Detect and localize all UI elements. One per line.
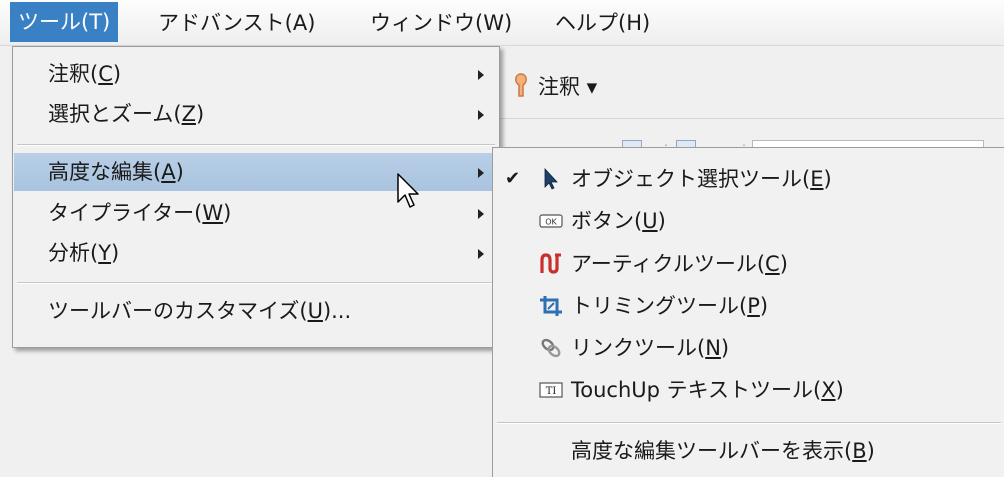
menu-item-label: 注釈(C) (48, 62, 122, 86)
menu-item-show-advanced-toolbar[interactable]: 高度な編集ツールバーを表示(B) (493, 431, 1003, 471)
advanced-editing-submenu: ✔ オブジェクト選択ツール(E) OK ボタン(U) アーティクルツール(C) … (492, 147, 1004, 477)
svg-text:OK: OK (545, 218, 557, 227)
menu-item-label: アーティクルツール(C) (571, 252, 788, 276)
menu-item-button-tool[interactable]: OK ボタン(U) (493, 201, 1003, 241)
menu-item-label: 高度な編集(A) (48, 160, 184, 184)
article-icon (540, 253, 561, 274)
submenu-arrow-icon (478, 249, 484, 259)
link-icon (541, 338, 561, 358)
menu-bar: ツール(T) アドバンスト(A) ウィンドウ(W) ヘルプ(H) (0, 0, 1004, 46)
menu-item-select-zoom[interactable]: 選択とズーム(Z) (14, 95, 498, 133)
annotation-tool-label: 注釈 ▾ (538, 75, 598, 99)
menu-item-typewriter[interactable]: タイプライター(W) (14, 194, 498, 232)
menu-item-label: 選択とズーム(Z) (48, 102, 205, 126)
menu-item-label: TouchUp テキストツール(X) (571, 378, 844, 402)
menu-item-advanced-editing[interactable]: 高度な編集(A) (14, 153, 498, 191)
checkmark-icon: ✔ (505, 168, 521, 189)
pointer-arrow-icon (544, 168, 558, 190)
ok-button-icon: OK (539, 214, 563, 228)
submenu-arrow-icon (478, 168, 484, 178)
menu-item-analysis[interactable]: 分析(Y) (14, 234, 498, 272)
toolbar-divider (500, 118, 1004, 119)
menu-separator (17, 144, 495, 146)
menu-item-label: オブジェクト選択ツール(E) (571, 167, 832, 191)
annotation-icon (515, 73, 527, 97)
menu-item-label: 分析(Y) (48, 241, 120, 265)
mouse-cursor-icon (397, 173, 419, 208)
menu-item-label: ボタン(U) (571, 209, 666, 233)
submenu-arrow-icon (478, 110, 484, 120)
crop-icon (540, 296, 562, 316)
menu-item-crop-tool[interactable]: トリミングツール(P) (493, 286, 1003, 326)
menu-help[interactable]: ヘルプ(H) (547, 6, 658, 40)
svg-text:TI: TI (546, 386, 557, 397)
menu-item-label: トリミングツール(P) (571, 294, 769, 318)
submenu-arrow-icon (478, 70, 484, 80)
menu-item-label: ツールバーのカスタマイズ(U)... (48, 299, 352, 323)
tools-dropdown-menu: 注釈(C) 選択とズーム(Z) 高度な編集(A) タイプライター(W) 分析(Y… (12, 46, 500, 348)
menu-separator (17, 282, 495, 284)
menu-item-link-tool[interactable]: リンクツール(N) (493, 328, 1003, 368)
menu-item-article-tool[interactable]: アーティクルツール(C) (493, 244, 1003, 284)
submenu-arrow-icon (478, 209, 484, 219)
menu-item-label: 高度な編集ツールバーを表示(B) (571, 439, 875, 463)
menu-item-label: リンクツール(N) (571, 336, 730, 360)
menu-window[interactable]: ウィンドウ(W) (362, 6, 520, 40)
menu-item-customize-toolbars[interactable]: ツールバーのカスタマイズ(U)... (14, 292, 498, 330)
menu-tools[interactable]: ツール(T) (10, 2, 119, 42)
menu-advanced[interactable]: アドバンスト(A) (150, 6, 323, 40)
touchup-text-icon: TI (539, 382, 563, 398)
menu-item-label: タイプライター(W) (48, 201, 232, 225)
menu-separator (497, 422, 1001, 424)
menu-item-annotation[interactable]: 注釈(C) (14, 55, 498, 93)
menu-item-touchup-text-tool[interactable]: TI TouchUp テキストツール(X) (493, 370, 1003, 410)
menu-item-object-select-tool[interactable]: ✔ オブジェクト選択ツール(E) (493, 159, 1003, 199)
